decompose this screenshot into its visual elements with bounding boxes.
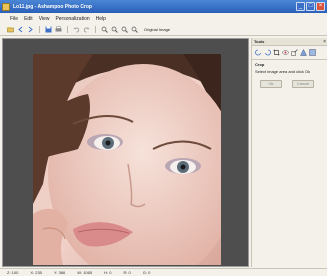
menu-bar: File Edit View Personalization Help (0, 13, 327, 24)
red-eye-icon[interactable] (282, 49, 289, 56)
rotate-left-icon[interactable] (255, 49, 262, 56)
status-width: W: 1065 (77, 270, 93, 275)
title-bar[interactable]: Lo11.jpg - Ashampoo Photo Crop _ □ × (0, 0, 327, 13)
crop-instructions: Select image area and click Ok (255, 69, 311, 74)
minimize-icon[interactable]: _ (296, 2, 305, 11)
save-icon[interactable] (45, 26, 52, 33)
zoom-in-icon[interactable] (101, 26, 108, 33)
app-icon (2, 2, 10, 11)
menu-personalization[interactable]: Personalization (55, 16, 89, 22)
panel-title: Tools (254, 39, 265, 44)
toolbar: Original Image (0, 24, 327, 36)
forward-icon[interactable] (27, 26, 34, 33)
status-g: G: 0 (142, 270, 151, 275)
status-zoom: Z: 100 (7, 270, 19, 275)
panel-divider (252, 59, 327, 60)
zoom-out-icon[interactable] (111, 26, 118, 33)
print-icon[interactable] (55, 26, 62, 33)
resize-icon[interactable] (291, 49, 298, 56)
status-height: H: 0 (104, 270, 112, 275)
menu-edit[interactable]: Edit (24, 16, 33, 22)
sharpen-icon[interactable] (300, 49, 307, 56)
back-icon[interactable] (17, 26, 24, 33)
toolbar-separator (67, 26, 68, 33)
cancel-button[interactable]: Cancel (292, 80, 314, 88)
status-y: Y: 366 (53, 270, 66, 275)
panel-header: Tools × (252, 38, 327, 46)
window-controls: _ □ × (296, 2, 325, 11)
status-x: X: 235 (30, 270, 42, 275)
zoom-actual-icon[interactable] (131, 26, 138, 33)
rotate-right-icon[interactable] (264, 49, 271, 56)
portrait-photo (33, 54, 221, 265)
image-canvas[interactable] (2, 38, 249, 267)
window-title: Lo11.jpg - Ashampoo Photo Crop (13, 3, 92, 10)
tools-panel: Tools × Crop Select image area and click… (251, 38, 327, 267)
toolbar-separator (39, 26, 40, 33)
status-r: R: 0 (123, 270, 131, 275)
close-icon[interactable]: × (316, 2, 325, 11)
tool-row (255, 49, 316, 56)
maximize-icon[interactable]: □ (306, 2, 315, 11)
menu-file[interactable]: File (10, 16, 18, 22)
menu-help[interactable]: Help (96, 16, 106, 22)
redo-icon[interactable] (83, 26, 90, 33)
open-icon[interactable] (7, 26, 14, 33)
crop-section-title: Crop (255, 62, 265, 67)
crop-icon[interactable] (273, 49, 280, 56)
original-image-button[interactable]: Original Image (144, 27, 170, 32)
toolbar-separator (95, 26, 96, 33)
app-window: Lo11.jpg - Ashampoo Photo Crop _ □ × Fil… (0, 0, 327, 276)
ok-button[interactable]: Ok (260, 80, 282, 88)
panel-close-icon[interactable]: × (323, 39, 326, 45)
zoom-fit-icon[interactable] (121, 26, 128, 33)
menu-view[interactable]: View (39, 16, 50, 22)
effects-icon[interactable] (309, 49, 316, 56)
status-bar: Z: 100 X: 235 Y: 366 W: 1065 H: 0 R: 0 G… (0, 268, 327, 276)
undo-icon[interactable] (73, 26, 80, 33)
